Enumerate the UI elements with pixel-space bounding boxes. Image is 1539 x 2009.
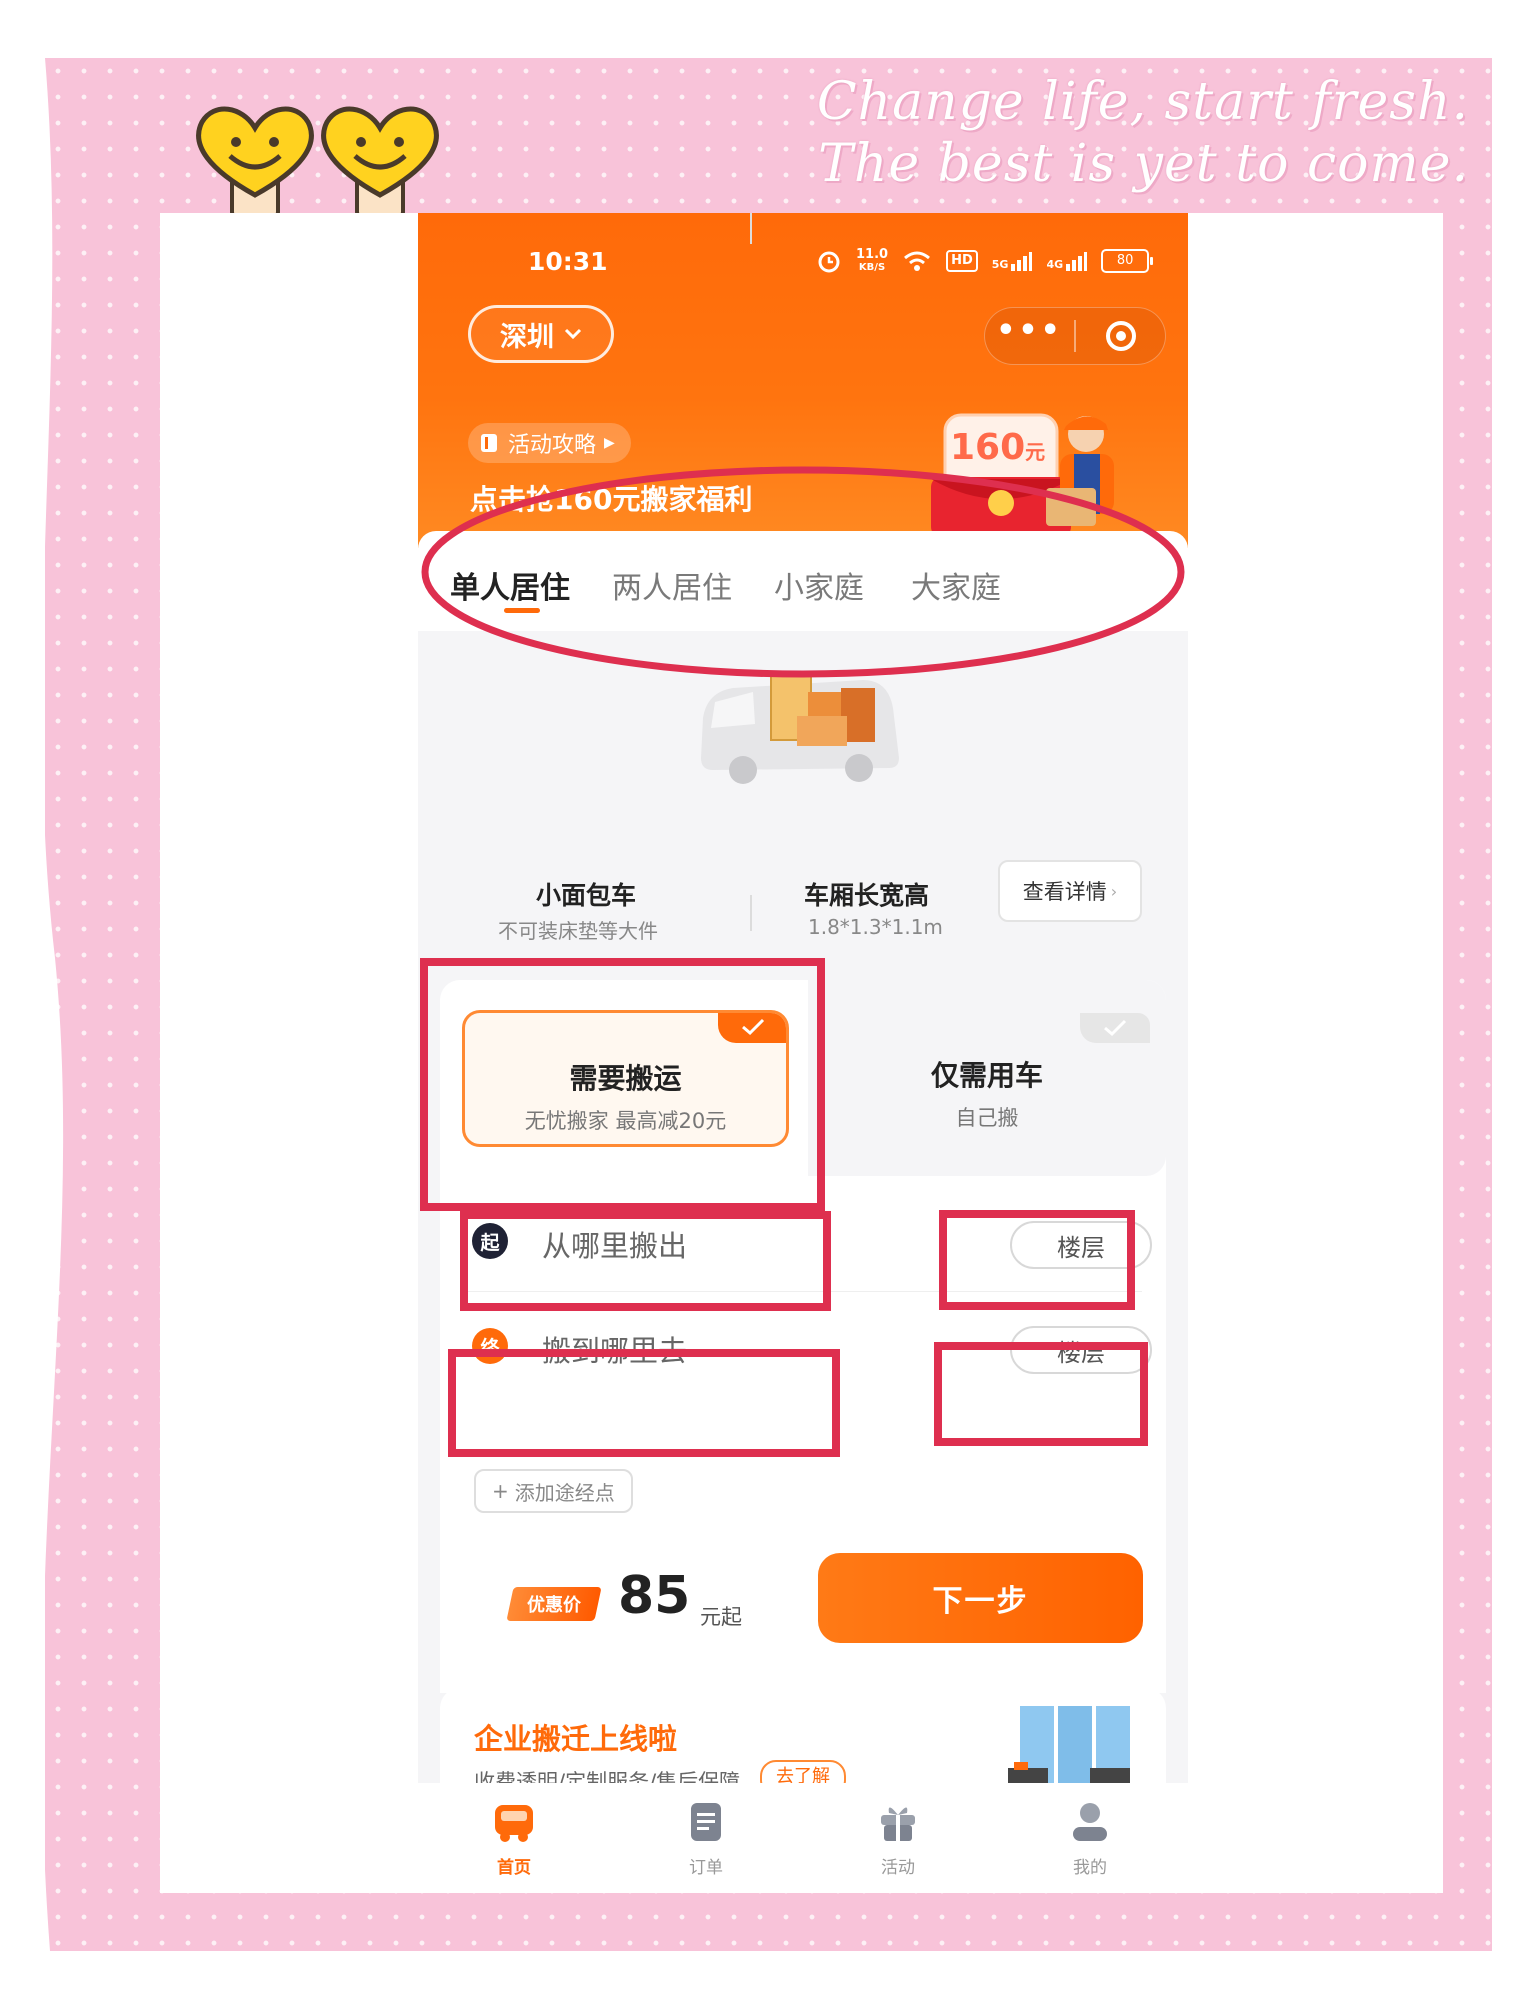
location-separator [462,1291,1142,1292]
mover-character-icon [1046,416,1114,526]
mini-program-capsule: ••• [984,307,1166,365]
guide-book-icon [481,434,497,452]
view-details-label: 查看详情 [1022,880,1107,904]
more-dots-icon[interactable]: ••• [985,316,1074,346]
nav-activities-label: 活动 [881,1858,915,1878]
option-subtitle: 自己搬 [955,1106,1019,1130]
discount-tag: 优惠价 [506,1587,602,1621]
start-badge-icon: 起 [472,1223,508,1259]
tab-two-people[interactable]: 两人居住 [612,563,732,607]
option-need-moving[interactable]: 需要搬运 无忧搬家 最高减20元 [462,1010,789,1147]
heart-smiley-sticker-icon [321,106,439,218]
enterprise-subtitle: 收费透明/定制服务/售后保障 [474,1770,741,1783]
wifi-icon [904,251,931,271]
enterprise-banner[interactable]: 企业搬迁上线啦 收费透明/定制服务/售后保障 去了解 [440,1688,1166,1783]
user-icon [1073,1803,1107,1841]
add-waypoint-label: 添加途经点 [514,1480,615,1505]
target-icon [1105,321,1136,351]
status-time: 10:31 [528,247,608,276]
next-step-button[interactable]: 下一步 [818,1553,1143,1643]
end-badge-icon: 终 [472,1328,508,1364]
office-illustration-icon [1008,1706,1130,1783]
spec-divider [750,213,752,244]
phone-screen: 10:31 11.0 KB/S HD 5G 4G 80 深圳 ••• 活动攻略 ▶… [418,213,1188,1783]
slogan-line-1: Change life, start fresh. [816,72,1469,132]
activity-guide-pill[interactable]: 活动攻略 ▶ [468,423,631,463]
checkmark-icon [718,1013,786,1043]
household-tabs: 单人居住 两人居住 小家庭 大家庭 [418,531,1188,631]
option-title: 仅需用车 [930,1059,1043,1092]
hd-badge: HD [946,250,978,272]
activity-guide-label: 活动攻略 [508,433,597,458]
promo-headline[interactable]: 点击抢160元搬家福利 [470,478,752,518]
envelope-amount: 160元 [950,427,1046,468]
cargo-dims-label: 车厢长宽高 [804,881,930,910]
active-tab-indicator [504,608,540,613]
nav-profile-label: 我的 [1073,1858,1107,1878]
price-unit: 元起 [700,1605,742,1629]
chevron-down-icon [564,328,582,340]
caret-right-icon: ▶ [604,435,615,451]
to-location-input[interactable]: 搬到哪里去 [542,1328,687,1370]
slogan-line-2: The best is yet to come. [818,134,1469,194]
gift-icon [881,1807,915,1841]
close-target-button[interactable] [1076,319,1165,353]
alarm-icon [818,251,840,273]
option-title: 需要搬运 [569,1062,682,1095]
city-selector[interactable]: 深圳 [468,305,614,363]
plus-icon: + [492,1479,509,1503]
checkmark-icon [1080,1013,1150,1043]
tab-big-family[interactable]: 大家庭 [911,563,1001,607]
enterprise-learn-more[interactable]: 去了解 [760,1760,846,1783]
spec-divider-line [750,895,752,931]
from-location-input[interactable]: 从哪里搬出 [542,1223,687,1265]
cargo-dims-value: 1.8*1.3*1.1m [808,915,943,939]
chevron-right-icon: › [1110,881,1118,901]
nav-home[interactable]: 首页 [474,1799,554,1878]
tab-small-family[interactable]: 小家庭 [774,563,864,607]
bottom-navigation: 首页 订单 活动 我的 [418,1783,1188,1893]
frame-wave-edge [0,58,64,1951]
from-location-row[interactable]: 起 从哪里搬出 楼层 [462,1203,1152,1283]
add-waypoint-button[interactable]: + 添加途经点 [474,1469,633,1513]
status-icons: 11.0 KB/S HD 5G 4G 80 [816,246,1154,276]
from-floor-button[interactable]: 楼层 [1010,1221,1152,1269]
nav-profile[interactable]: 我的 [1050,1799,1130,1878]
to-location-row[interactable]: 终 搬到哪里去 楼层 [462,1308,1152,1388]
heart-smiley-sticker-icon [196,106,314,218]
vehicle-name: 小面包车 [536,881,637,910]
option-subtitle: 无忧搬家 最高减20元 [524,1109,727,1133]
view-details-button[interactable]: 查看详情 › [998,860,1142,922]
tab-single[interactable]: 单人居住 [450,563,570,607]
vehicle-note: 不可装床垫等大件 [498,919,658,943]
city-label: 深圳 [500,321,554,353]
nav-orders[interactable]: 订单 [666,1799,746,1878]
to-floor-button[interactable]: 楼层 [1010,1326,1152,1374]
van-illustration-icon [701,675,899,784]
nav-activities[interactable]: 活动 [858,1799,938,1878]
price-amount: 85 [618,1566,691,1626]
net-speed: 11.0 KB/S [856,247,889,273]
battery-icon: 80 [1101,249,1154,273]
truck-icon [495,1805,533,1842]
enterprise-title: 企业搬迁上线啦 [474,1722,678,1756]
signal-5g-icon: 5G [992,251,1033,271]
signal-4g-icon: 4G [1046,251,1088,271]
option-vehicle-only[interactable]: 仅需用车 自己搬 [808,1010,1166,1147]
document-icon [691,1803,721,1841]
nav-home-label: 首页 [497,1858,531,1878]
nav-orders-label: 订单 [689,1858,723,1878]
